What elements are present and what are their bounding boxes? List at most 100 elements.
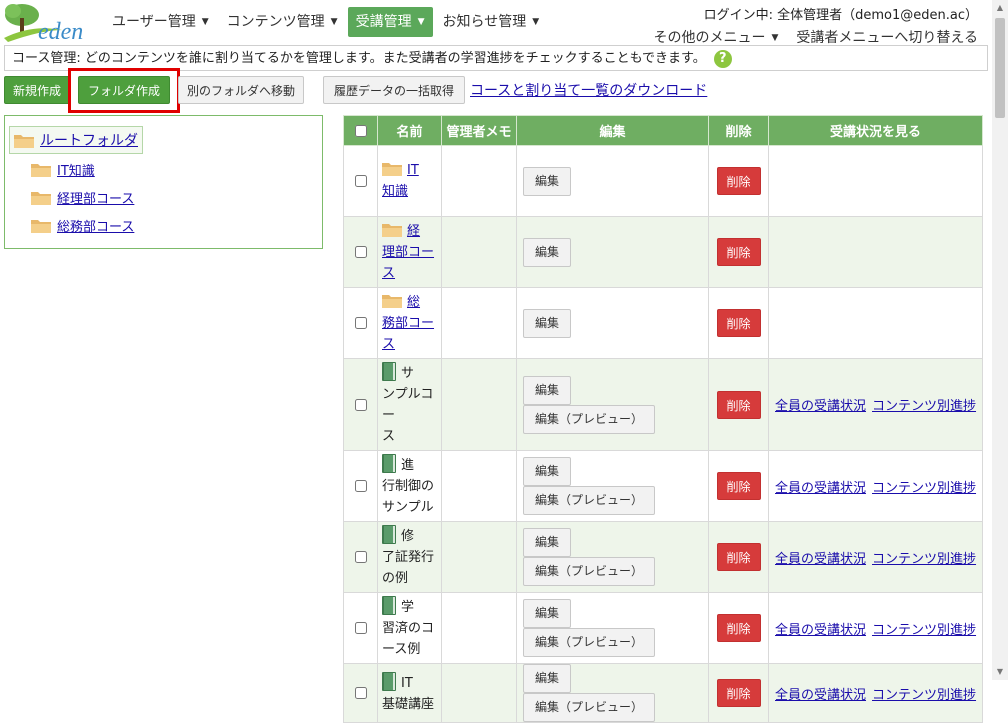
course-name-link[interactable]: ス [382, 337, 395, 352]
delete-cell: 削除 [708, 287, 769, 359]
page-scrollbar[interactable]: ▲ ▼ [992, 0, 1008, 680]
eden-logo[interactable]: eden [2, 0, 98, 45]
tree-item-it[interactable]: IT知識 [31, 160, 95, 179]
tree-item-general-affairs[interactable]: 総務部コース [31, 216, 134, 235]
nav-notice-management[interactable]: お知らせ管理 ▼ [435, 7, 548, 37]
edit-button[interactable]: 編集 [523, 457, 572, 486]
description-text: コース管理: どのコンテンツを誰に割り当てるかを管理します。また受講者の学習進捗… [12, 51, 706, 66]
all-status-link[interactable]: 全員の受講状況 [775, 481, 866, 496]
delete-button[interactable]: 削除 [716, 472, 761, 500]
edit-preview-button[interactable]: 編集（プレビュー） [523, 628, 656, 657]
memo-cell [441, 663, 517, 723]
scrollbar-thumb[interactable] [995, 18, 1005, 118]
download-list-link[interactable]: コースと割り当て一覧のダウンロード [470, 80, 707, 100]
tree-item-label[interactable]: 総務部コース [57, 216, 134, 235]
scroll-up-arrow-icon[interactable]: ▲ [992, 0, 1008, 16]
memo-cell [441, 287, 517, 359]
edit-button[interactable]: 編集 [523, 599, 572, 628]
nav-user-management[interactable]: ユーザー管理 ▼ [104, 7, 217, 37]
table-row: 経理部コース 編集 削除 [343, 216, 984, 288]
switch-to-learner-link[interactable]: 受講者メニューへ切り替える [796, 27, 978, 47]
edit-button[interactable]: 編集 [523, 166, 572, 196]
content-progress-link[interactable]: コンテンツ別進捗 [872, 481, 976, 496]
course-name-text: の例 [382, 571, 409, 586]
edit-cell: 編集 [516, 287, 709, 359]
bulk-history-button[interactable]: 履歴データの一括取得 [323, 76, 465, 104]
help-icon[interactable]: ? [713, 49, 732, 68]
row-checkbox[interactable] [354, 480, 367, 492]
select-all-checkbox[interactable] [354, 124, 367, 137]
row-checkbox[interactable] [354, 246, 367, 258]
course-name-link[interactable]: 理部コー [382, 245, 434, 260]
name-cell: 進行制御の サンプル [377, 450, 442, 522]
course-book-icon [382, 671, 396, 691]
move-folder-button[interactable]: 別のフォルダへ移動 [178, 76, 304, 104]
edit-button[interactable]: 編集 [523, 308, 572, 338]
chevron-down-icon: ▼ [532, 17, 540, 27]
row-checkbox[interactable] [354, 398, 367, 411]
edit-preview-button[interactable]: 編集（プレビュー） [523, 486, 656, 515]
edit-button[interactable]: 編集 [523, 237, 572, 267]
tree-root-folder[interactable]: ルートフォルダ [9, 126, 143, 154]
scroll-down-arrow-icon[interactable]: ▼ [992, 664, 1008, 680]
delete-button[interactable]: 削除 [716, 238, 761, 266]
delete-button[interactable]: 削除 [716, 167, 761, 195]
course-name-text: 基礎講座 [382, 696, 435, 712]
course-table: 名前 管理者メモ 編集 削除 受講状況を見る IT 知識 編集 削除経理部コース編集削… [343, 115, 984, 723]
course-name-link[interactable]: 知識 [382, 184, 408, 199]
new-button[interactable]: 新規作成 [4, 76, 70, 104]
course-name-link[interactable]: 総 [407, 295, 420, 310]
delete-cell: 削除 [708, 358, 769, 451]
course-name-text: IT [401, 675, 413, 691]
other-menu-dropdown[interactable]: その他のメニュー ▼ [653, 27, 778, 47]
row-checkbox[interactable] [354, 317, 367, 329]
edit-button[interactable]: 編集 [523, 664, 572, 693]
course-name-text: ス [382, 429, 396, 444]
edit-preview-button[interactable]: 編集（プレビュー） [523, 557, 656, 586]
folder-icon [31, 162, 51, 177]
edit-cell: 編集編集（プレビュー） [516, 450, 709, 522]
content-progress-link[interactable]: コンテンツ別進捗 [872, 552, 976, 567]
chevron-down-icon: ▼ [417, 17, 425, 27]
table-row: 修了証発行 の例 編集編集（プレビュー） 削除 全員の受講状況 コンテンツ別進捗 [343, 521, 984, 593]
folder-icon [382, 293, 402, 308]
delete-button[interactable]: 削除 [716, 309, 761, 337]
all-status-link[interactable]: 全員の受講状況 [775, 623, 866, 638]
status-cell: 全員の受講状況 コンテンツ別進捗 [767, 521, 984, 593]
nav-course-management[interactable]: 受講管理 ▼ [347, 7, 433, 37]
edit-preview-button[interactable]: 編集（プレビュー） [523, 693, 656, 722]
row-checkbox[interactable] [354, 551, 367, 563]
all-status-link[interactable]: 全員の受講状況 [775, 688, 866, 703]
content-progress-link[interactable]: コンテンツ別進捗 [872, 623, 976, 638]
course-name-link[interactable]: 経 [407, 224, 420, 239]
all-status-link[interactable]: 全員の受講状況 [775, 399, 866, 414]
tree-item-label[interactable]: 経理部コース [57, 188, 134, 207]
edit-preview-button[interactable]: 編集（プレビュー） [523, 404, 656, 434]
memo-cell [441, 521, 517, 593]
course-name-text: 行制御の [382, 479, 435, 494]
all-status-link[interactable]: 全員の受講状況 [775, 552, 866, 567]
tree-item-accounting[interactable]: 経理部コース [31, 188, 134, 207]
delete-cell: 削除 [708, 521, 769, 593]
tree-item-label[interactable]: IT知識 [57, 160, 95, 179]
delete-button[interactable]: 削除 [716, 679, 761, 707]
folder-icon [382, 222, 402, 237]
delete-button[interactable]: 削除 [716, 390, 761, 419]
delete-button[interactable]: 削除 [716, 543, 761, 571]
delete-button[interactable]: 削除 [716, 614, 761, 642]
nav-content-management[interactable]: コンテンツ管理 ▼ [219, 7, 346, 37]
course-name-link[interactable]: IT [407, 163, 419, 178]
course-name-text: 学 [401, 600, 415, 615]
row-checkbox[interactable] [354, 175, 367, 187]
edit-cell: 編集編集（プレビュー） [516, 521, 709, 593]
course-book-icon [382, 525, 396, 544]
row-checkbox[interactable] [354, 687, 367, 699]
tree-root-label[interactable]: ルートフォルダ [40, 130, 138, 150]
content-progress-link[interactable]: コンテンツ別進捗 [872, 399, 976, 414]
course-name-link[interactable]: 務部コー [382, 316, 434, 331]
row-checkbox[interactable] [354, 622, 367, 634]
course-name-link[interactable]: ス [382, 266, 395, 281]
edit-button[interactable]: 編集 [523, 528, 572, 557]
content-progress-link[interactable]: コンテンツ別進捗 [872, 688, 976, 703]
edit-button[interactable]: 編集 [523, 375, 572, 405]
